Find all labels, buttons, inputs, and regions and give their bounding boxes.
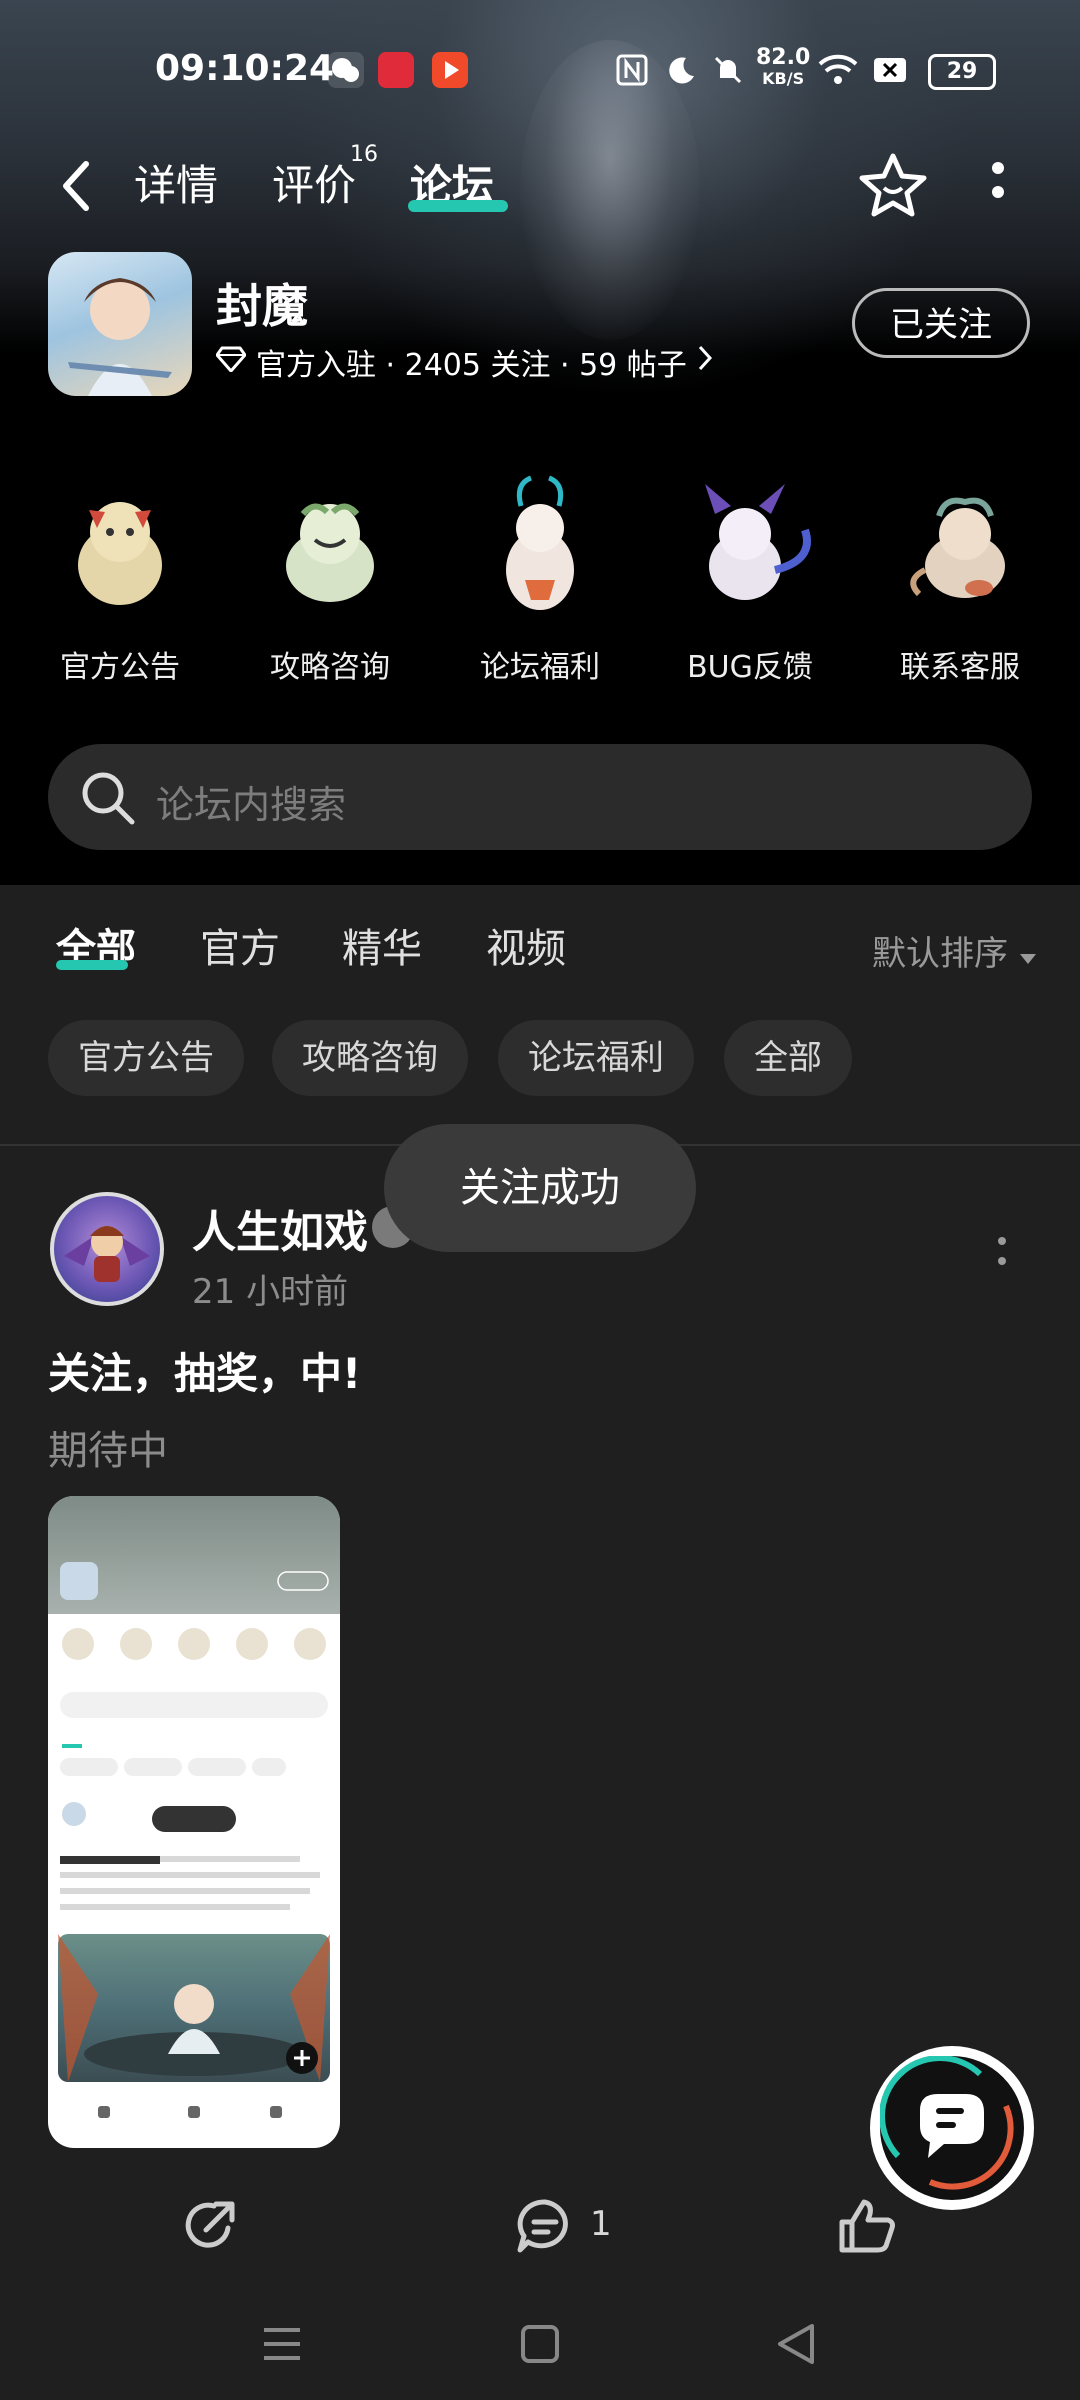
bug-report-mascot-image [675, 470, 825, 620]
active-tab-indicator [408, 200, 508, 212]
category-label: 联系客服 [900, 650, 1020, 685]
category-customer-service[interactable]: 联系客服 [870, 470, 1050, 686]
filter-tab-indicator [56, 960, 128, 970]
category-guides[interactable]: 攻略咨询 [240, 470, 420, 686]
chip-guides[interactable]: 攻略咨询 [272, 1020, 468, 1096]
reviews-count-badge: 16 [350, 142, 378, 167]
post-title[interactable]: 关注，抽奖，中! [48, 1340, 361, 1401]
chevron-right-icon [697, 344, 713, 380]
xiaohongshu-icon [378, 52, 414, 88]
chip-benefits[interactable]: 论坛福利 [498, 1020, 694, 1096]
author-avatar[interactable] [50, 1192, 164, 1306]
post-action-bar [0, 2188, 1080, 2268]
announcements-mascot-image [45, 470, 195, 620]
author-name[interactable]: 人生如戏 [192, 1196, 368, 1260]
tab-official[interactable]: 官方 [200, 916, 280, 974]
nfc-icon [614, 52, 650, 88]
tab-featured[interactable]: 精华 [342, 916, 422, 974]
category-label: BUG反馈 [687, 650, 813, 685]
category-label: 官方公告 [60, 650, 180, 685]
status-bar: 09:10:24 82.0 KB/S 29 [0, 0, 1080, 140]
sort-dropdown[interactable]: 默认排序 [872, 926, 1037, 975]
customer-service-mascot-image [885, 470, 1035, 620]
back-arrow-icon[interactable] [58, 158, 94, 218]
video-app-icon [432, 52, 468, 88]
category-label: 攻略咨询 [270, 650, 390, 685]
tab-reviews[interactable]: 评价 [272, 152, 356, 213]
follow-button[interactable]: 已关注 [852, 288, 1030, 358]
mute-bell-icon [710, 52, 746, 88]
post-image-thumbnail[interactable] [48, 1496, 340, 2148]
battery-indicator: 29 [928, 54, 996, 90]
post-time: 21 小时前 [192, 1272, 349, 1312]
post-body[interactable]: 期待中 [48, 1418, 168, 1476]
diamond-icon [215, 345, 247, 380]
sort-label: 默认排序 [872, 934, 1008, 974]
thumbnail-plus-icon [286, 2042, 318, 2074]
app-meta[interactable]: 官方入驻 · 2405 关注 · 59 帖子 [215, 340, 713, 384]
guides-mascot-image [255, 470, 405, 620]
thumbnail-toast [152, 1806, 236, 1832]
recent-apps-icon[interactable] [262, 2326, 302, 2366]
follow-success-toast: 关注成功 [384, 1124, 696, 1252]
wifi-icon [818, 52, 858, 88]
system-navigation-bar [0, 2290, 1080, 2400]
comment-count: 1 [590, 2204, 612, 2244]
top-nav: 详情 评价 16 论坛 [0, 140, 1080, 230]
wechat-icon [328, 52, 364, 88]
tab-video[interactable]: 视频 [486, 916, 566, 974]
status-time: 09:10:24 [155, 48, 335, 89]
category-benefits[interactable]: 论坛福利 [450, 470, 630, 686]
app-icon[interactable] [48, 252, 192, 396]
forum-search-input[interactable]: 论坛内搜索 [48, 744, 1032, 850]
app-meta-text: 官方入驻 · 2405 关注 · 59 帖子 [256, 348, 687, 383]
home-icon[interactable] [520, 2324, 560, 2368]
no-sim-icon [872, 52, 908, 88]
share-icon[interactable] [180, 2196, 240, 2260]
benefits-mascot-image [465, 470, 615, 620]
category-bug-report[interactable]: BUG反馈 [660, 470, 840, 686]
category-announcements[interactable]: 官方公告 [30, 470, 210, 686]
do-not-disturb-icon [664, 52, 700, 88]
chip-all[interactable]: 全部 [724, 1020, 852, 1096]
tab-details[interactable]: 详情 [134, 152, 218, 213]
star-favorite-icon[interactable] [858, 152, 928, 222]
chip-announcements[interactable]: 官方公告 [48, 1020, 244, 1096]
comment-icon[interactable] [514, 2196, 576, 2260]
more-menu-icon[interactable] [990, 160, 1006, 208]
network-speed-value: 82.0 [756, 45, 811, 70]
app-name: 封魔 [216, 279, 308, 333]
caret-down-icon [1019, 934, 1037, 974]
search-icon [78, 768, 138, 832]
chat-fab-inner [879, 2055, 1024, 2200]
search-placeholder: 论坛内搜索 [156, 783, 347, 827]
back-icon[interactable] [776, 2322, 816, 2370]
category-label: 论坛福利 [480, 650, 600, 685]
network-speed-unit: KB/S [762, 69, 805, 88]
network-speed: 82.0 KB/S [756, 45, 811, 89]
post-more-icon[interactable] [996, 1236, 1006, 1270]
like-thumbs-up-icon[interactable] [836, 2196, 898, 2260]
chat-fab-button[interactable] [870, 2046, 1034, 2210]
